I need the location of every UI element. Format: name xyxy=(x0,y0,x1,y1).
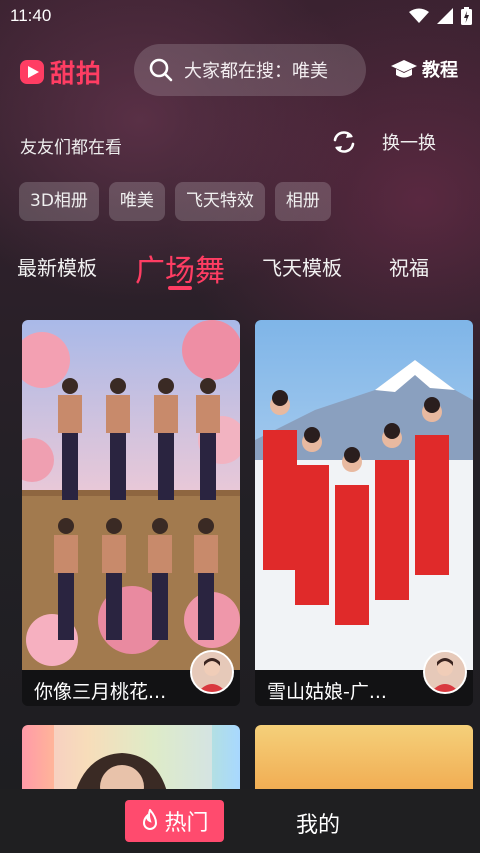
tab-square-dance[interactable]: 广场舞 xyxy=(135,246,225,290)
header: 甜拍 大家都在搜：唯美 教程 xyxy=(0,44,480,96)
search-chips: 3D相册 唯美 飞天特效 相册 xyxy=(19,182,331,221)
card-title: 你像三月桃花... xyxy=(34,681,167,703)
search-icon xyxy=(149,58,173,82)
tab-blessings[interactable]: 祝福 xyxy=(389,252,429,281)
tutorial-button[interactable]: 教程 xyxy=(390,56,458,82)
chip-album[interactable]: 相册 xyxy=(274,182,331,221)
search-bar[interactable]: 大家都在搜：唯美 xyxy=(134,44,366,96)
video-thumbnail xyxy=(22,320,240,670)
chip-flying-effect[interactable]: 飞天特效 xyxy=(174,182,265,221)
battery-icon xyxy=(461,7,472,25)
status-icons xyxy=(409,7,472,25)
search-placeholder: 大家都在搜：唯美 xyxy=(184,61,328,82)
author-avatar-image xyxy=(425,652,465,692)
play-logo-icon xyxy=(20,60,44,84)
card-title: 雪山姑娘-广... xyxy=(267,681,387,703)
author-avatar[interactable] xyxy=(190,650,234,694)
signal-icon xyxy=(437,8,453,24)
tab-latest-templates[interactable]: 最新模板 xyxy=(17,252,97,281)
video-thumbnail xyxy=(255,320,473,670)
refresh-icon xyxy=(333,131,355,153)
status-bar: 11:40 xyxy=(0,0,480,34)
friends-watching-row: 友友们都在看 换一换 xyxy=(0,126,480,162)
chip-beautiful[interactable]: 唯美 xyxy=(108,182,165,221)
graduation-cap-icon xyxy=(391,60,417,78)
nav-hot-button[interactable]: 热门 xyxy=(125,800,224,842)
category-tabs: 最新模板 广场舞 飞天模板 祝福 xyxy=(0,244,480,304)
video-card[interactable]: 雪山姑娘-广... xyxy=(255,320,473,706)
author-avatar-image xyxy=(192,652,232,692)
wifi-icon xyxy=(409,8,429,23)
flame-icon xyxy=(143,809,158,830)
nav-hot-label: 热门 xyxy=(164,811,209,836)
app-logo: 甜拍 xyxy=(20,54,102,90)
refresh-button[interactable]: 换一换 xyxy=(330,128,436,156)
tutorial-label: 教程 xyxy=(422,60,458,81)
friends-watching-title: 友友们都在看 xyxy=(20,138,122,158)
refresh-label: 换一换 xyxy=(382,133,436,154)
logo-text: 甜拍 xyxy=(50,59,103,88)
author-avatar[interactable] xyxy=(423,650,467,694)
tab-flying-templates[interactable]: 飞天模板 xyxy=(262,252,342,281)
chip-3d-album[interactable]: 3D相册 xyxy=(19,182,99,221)
bottom-navigation: 热门 我的 xyxy=(0,789,480,853)
video-card[interactable]: 你像三月桃花... xyxy=(22,320,240,706)
active-tab-indicator xyxy=(168,286,192,290)
nav-mine-button[interactable]: 我的 xyxy=(296,807,340,839)
status-time: 11:40 xyxy=(10,6,52,25)
